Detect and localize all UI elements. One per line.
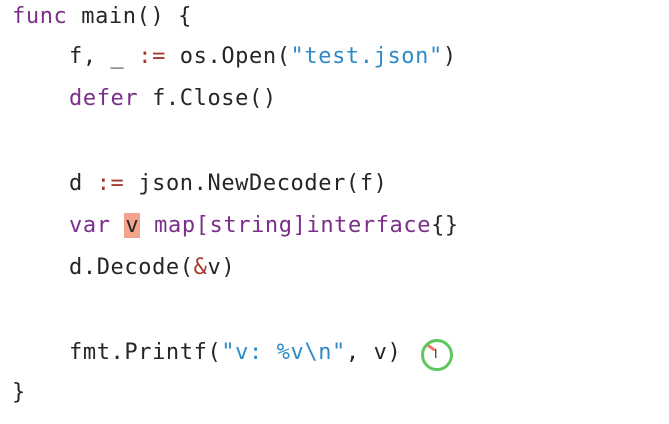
decoder-var: d (69, 171, 97, 196)
code-line-decode[interactable]: d.Decode(&v) (69, 252, 235, 284)
code-line-defer-close[interactable]: defer f.Close() (69, 83, 277, 115)
close-paren: ) (442, 44, 457, 69)
printf-args: , v) (345, 340, 402, 365)
code-editor[interactable]: func main() { f, _ := os.Open("test.json… (0, 0, 669, 424)
text-cursor-icon: I (434, 347, 439, 361)
assign-target: f, _ (69, 44, 139, 69)
empty-braces: {} (431, 213, 459, 238)
closing-brace: } (12, 380, 26, 405)
code-line-func-main[interactable]: func main() { (12, 1, 192, 33)
keyword-interface: interface (306, 213, 432, 238)
code-line-new-decoder[interactable]: d := json.NewDecoder(f) (69, 168, 387, 200)
selected-identifier-v[interactable]: v (124, 213, 141, 238)
keyword-func: func (12, 4, 68, 29)
code-line-var-decl[interactable]: var v map[string]interface{} (69, 210, 459, 242)
defer-call: f.Close() (138, 86, 277, 111)
code-line-closing-brace[interactable]: } (12, 377, 26, 409)
printf-call: fmt.Printf( (69, 340, 222, 365)
decode-arg: v) (207, 255, 236, 280)
decode-call: d.Decode( (69, 255, 194, 280)
keyword-string: string (209, 213, 293, 238)
keyword-defer: defer (69, 86, 139, 111)
close-bracket: ] (292, 213, 307, 238)
keyword-map: map (154, 213, 196, 238)
filename-string: "test.json" (290, 44, 443, 69)
code-line-printf[interactable]: fmt.Printf("v: %v\n", v) (69, 337, 401, 369)
keyword-var: var (69, 213, 111, 238)
address-operator: & (193, 255, 208, 280)
open-bracket: [ (195, 213, 210, 238)
assign-operator: := (138, 44, 166, 69)
code-line-os-open[interactable]: f, _ := os.Open("test.json") (69, 41, 457, 73)
new-decoder-call: json.NewDecoder(f) (124, 171, 388, 196)
os-open-call: os.Open( (165, 44, 291, 69)
format-string: "v: %v\n" (221, 340, 346, 365)
assign-operator: := (96, 171, 125, 196)
func-signature: main() { (67, 4, 192, 29)
